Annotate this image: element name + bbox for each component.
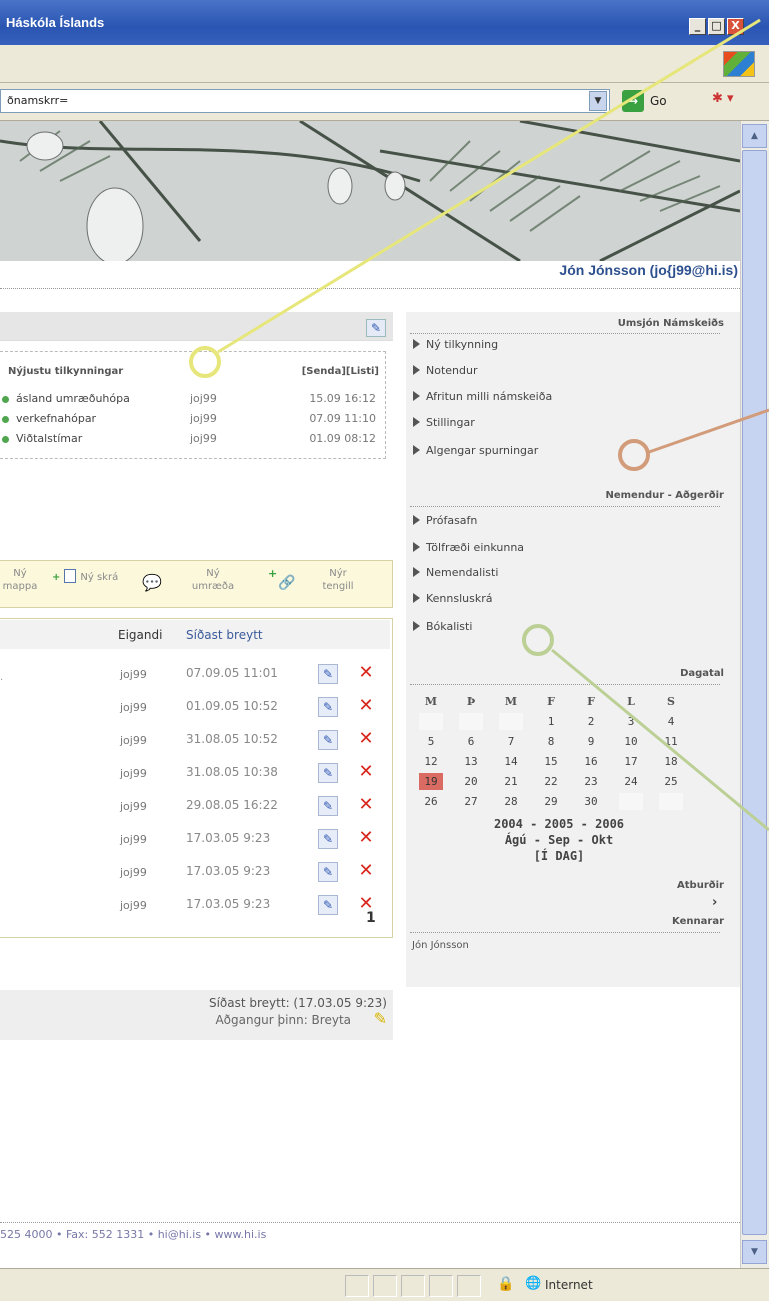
callout-ring-green (522, 624, 554, 656)
callout-line-orange (648, 408, 769, 454)
callout-ring-yellow (189, 346, 221, 378)
callout-ring-orange (618, 439, 650, 471)
callout-line-green (551, 648, 769, 832)
annotation-overlay (189, 18, 769, 832)
callout-line-yellow (217, 18, 761, 354)
